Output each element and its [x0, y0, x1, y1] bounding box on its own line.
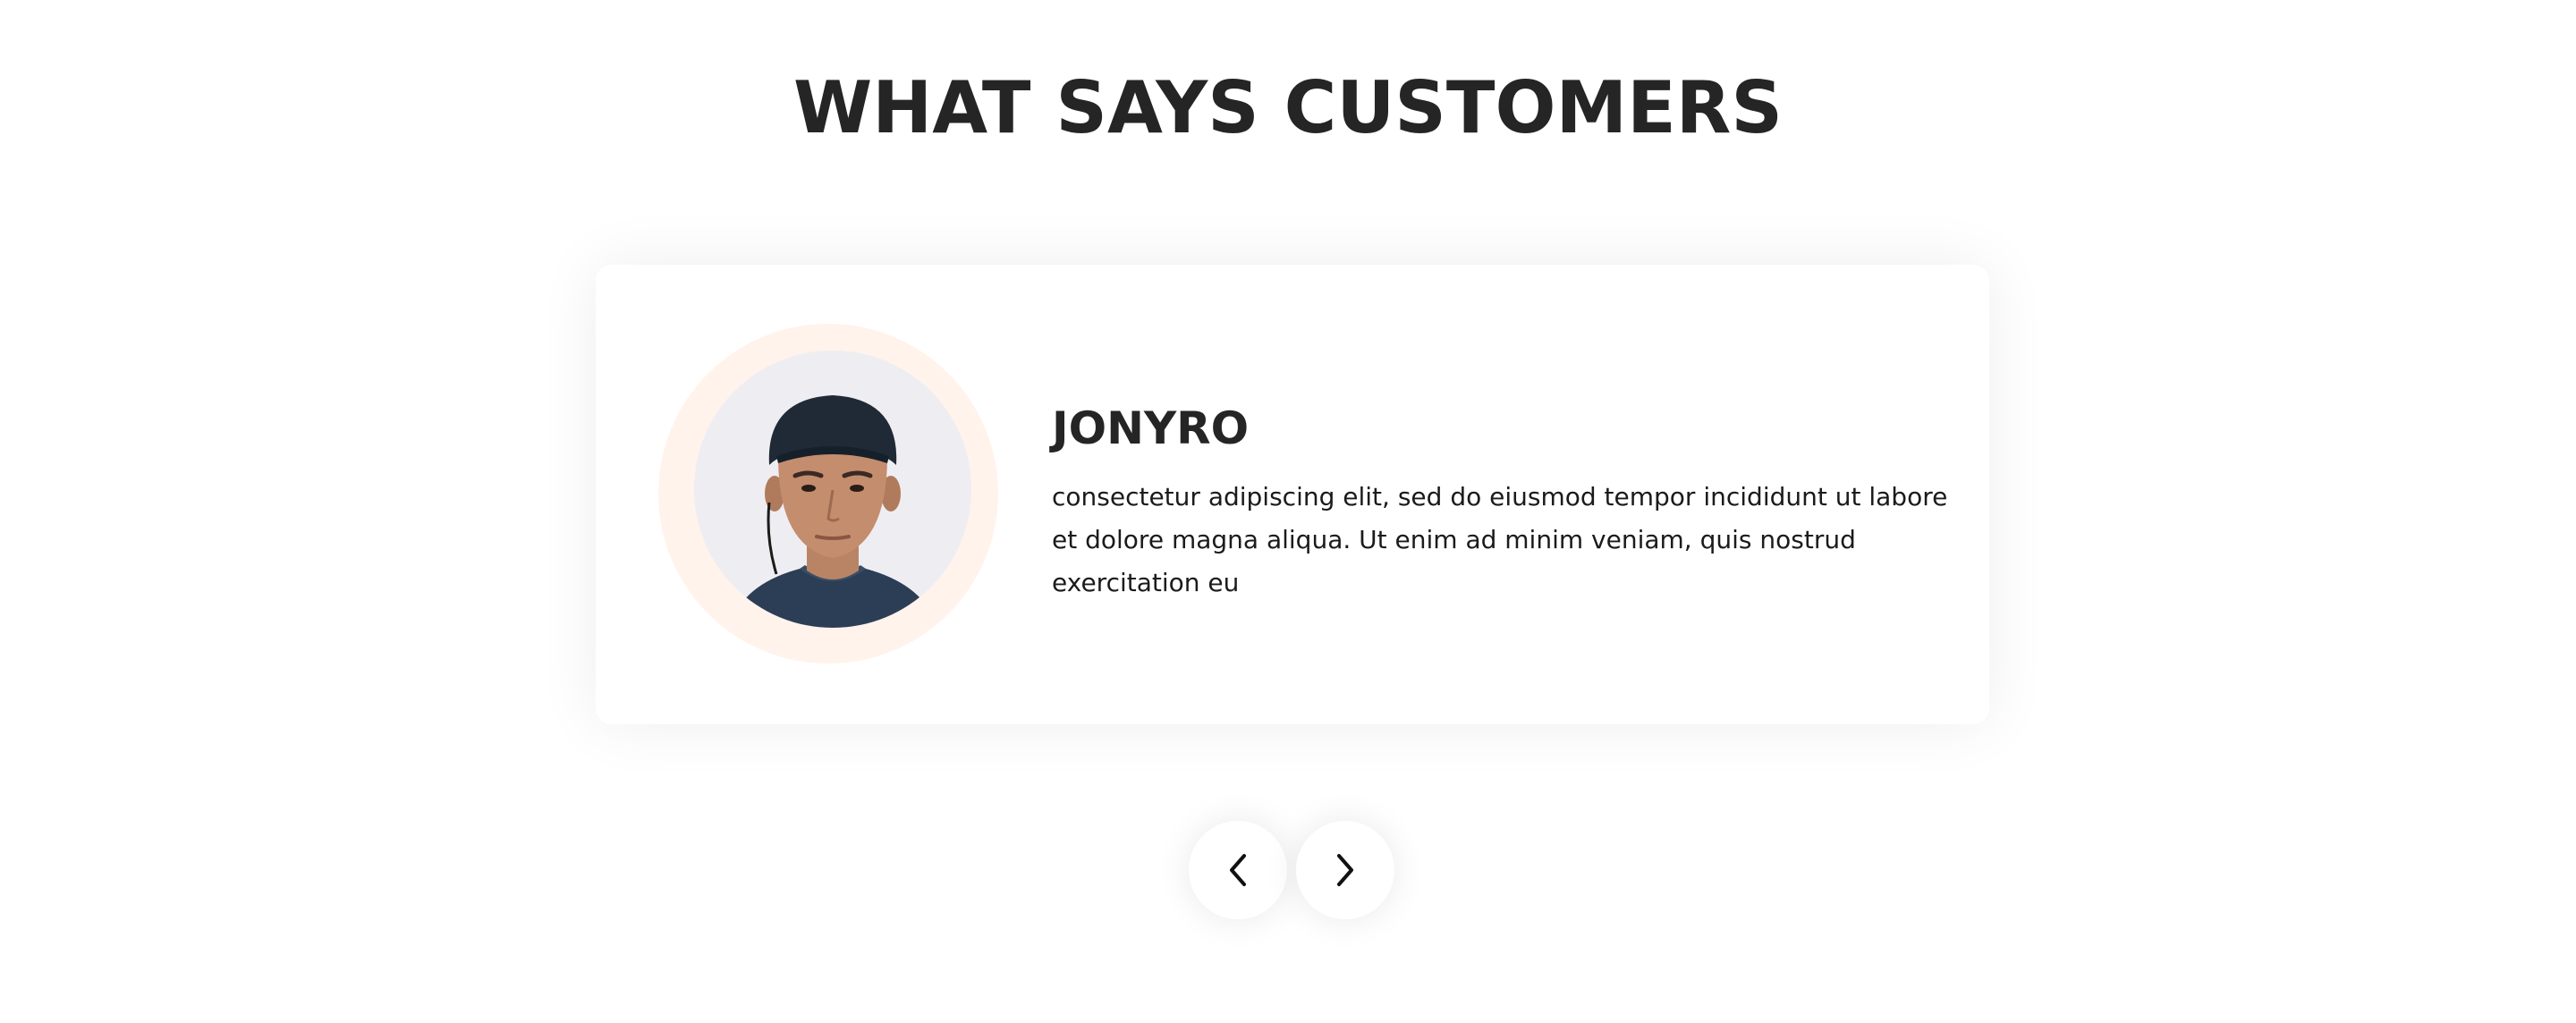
testimonial-card: JONYRO consectetur adipiscing elit, sed …	[596, 265, 1989, 724]
carousel-navigation	[0, 821, 2576, 919]
testimonials-section: WHAT SAYS CUSTOMERS JONYRO consectetur a…	[0, 0, 2576, 1023]
next-button[interactable]	[1296, 821, 1394, 919]
customer-photo	[694, 351, 971, 628]
customer-name: JONYRO	[1052, 402, 1250, 454]
avatar-ring	[658, 324, 998, 664]
testimonial-quote: consectetur adipiscing elit, sed do eius…	[1052, 482, 1948, 597]
section-title: WHAT SAYS CUSTOMERS	[793, 66, 1783, 149]
customer-avatar	[694, 351, 971, 628]
previous-button[interactable]	[1189, 821, 1287, 919]
chevron-left-icon	[1230, 854, 1246, 886]
chevron-right-icon	[1337, 854, 1353, 886]
